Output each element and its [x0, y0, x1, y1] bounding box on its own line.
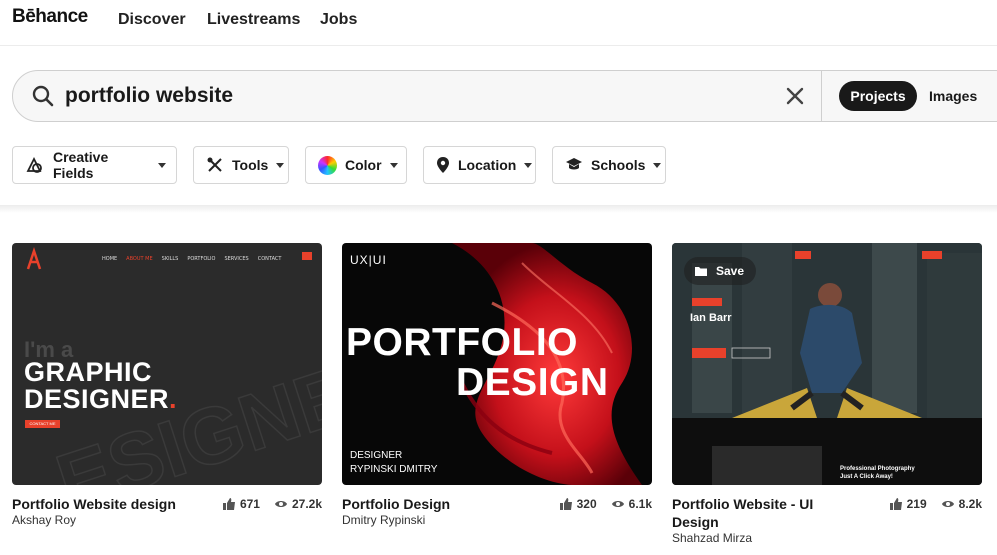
filter-label: Tools — [232, 157, 269, 173]
eye-icon — [274, 501, 287, 507]
behance-logo[interactable]: Bēhance — [12, 6, 88, 28]
project-card[interactable]: UX|UI PORTFOLIO DESIGN DESIGNER RYPINSKI… — [342, 243, 652, 527]
thumbnail-name: Ian Barr — [690, 312, 732, 324]
project-owner[interactable]: Akshay Roy — [12, 513, 76, 527]
project-card[interactable]: ESIGNE HOME ABOUT ME SKILLS PORTFOLIO SE… — [12, 243, 322, 527]
like-count: 219 — [906, 497, 927, 511]
project-thumbnail[interactable]: UX|UI PORTFOLIO DESIGN DESIGNER RYPINSKI… — [342, 243, 652, 485]
thumbs-up-icon — [559, 498, 572, 510]
thumbnail-headline: DESIGN — [456, 361, 609, 404]
project-thumbnail[interactable]: Save Ian Barr Professional Photography J… — [672, 243, 982, 485]
filter-label: Location — [458, 157, 517, 173]
project-stats: 219 8.2k — [889, 497, 982, 511]
project-stats: 671 27.2k — [222, 497, 322, 511]
clear-search-icon[interactable] — [785, 86, 805, 106]
thumbnail-promo: Professional Photography Just A Click Aw… — [840, 466, 915, 480]
project-stats: 320 6.1k — [559, 497, 652, 511]
chevron-down-icon — [653, 162, 662, 168]
save-button[interactable]: Save — [684, 257, 757, 285]
filter-location[interactable]: Location — [423, 146, 536, 184]
thumbnail-credit: DESIGNER RYPINSKI DMITRY — [350, 450, 438, 475]
project-card[interactable]: Save Ian Barr Professional Photography J… — [672, 243, 982, 545]
filter-schools[interactable]: Schools — [552, 146, 666, 184]
location-pin-icon — [436, 155, 450, 175]
nav-discover[interactable]: Discover — [118, 11, 186, 29]
view-count: 8.2k — [958, 497, 982, 511]
nav-livestreams[interactable]: Livestreams — [207, 11, 300, 29]
search-divider — [821, 71, 822, 121]
like-count: 320 — [576, 497, 597, 511]
project-title[interactable]: Portfolio Website design — [12, 495, 222, 513]
filter-label: Color — [345, 157, 382, 173]
nav-jobs[interactable]: Jobs — [320, 11, 357, 29]
color-wheel-icon — [318, 155, 337, 175]
view-count: 6.1k — [628, 497, 652, 511]
thumbnail-cta: CONTACT ME — [25, 420, 60, 428]
filter-color[interactable]: Color — [305, 146, 407, 184]
graduation-cap-icon — [565, 155, 583, 175]
like-count: 671 — [239, 497, 260, 511]
tools-icon — [206, 155, 224, 175]
eye-icon — [941, 501, 954, 507]
project-title[interactable]: Portfolio Website - UI Design — [672, 495, 852, 531]
thumbnail-headline: PORTFOLIO — [346, 321, 578, 364]
top-nav: Bēhance Discover Livestreams Jobs — [0, 0, 997, 46]
thumbs-up-icon — [889, 498, 902, 510]
tab-projects[interactable]: Projects — [839, 81, 917, 111]
filter-creative-fields[interactable]: Creative Fields — [12, 146, 177, 184]
thumbnail-nav: HOME ABOUT ME SKILLS PORTFOLIO SERVICES … — [102, 256, 282, 262]
section-divider — [0, 205, 997, 213]
chevron-down-icon — [389, 162, 398, 168]
filter-tools[interactable]: Tools — [193, 146, 289, 184]
search-input[interactable]: portfolio website — [65, 84, 233, 108]
folder-icon — [695, 267, 707, 276]
tab-images[interactable]: Images — [929, 81, 977, 111]
project-owner[interactable]: Shahzad Mirza — [672, 531, 752, 545]
creative-fields-icon — [25, 155, 45, 175]
search-icon — [32, 85, 54, 107]
view-count: 27.2k — [291, 497, 322, 511]
thumbnail-headline: GRAPHIC DESIGNER. — [24, 357, 178, 414]
filter-label: Schools — [591, 157, 646, 173]
search-bar[interactable]: portfolio website Projects Images — [12, 70, 997, 122]
project-thumbnail[interactable]: ESIGNE HOME ABOUT ME SKILLS PORTFOLIO SE… — [12, 243, 322, 485]
eye-icon — [611, 501, 624, 507]
chevron-down-icon — [276, 162, 285, 168]
chevron-down-icon — [158, 162, 166, 168]
project-owner[interactable]: Dmitry Rypinski — [342, 513, 425, 527]
filter-label: Creative Fields — [53, 149, 109, 181]
project-title[interactable]: Portfolio Design — [342, 495, 552, 513]
chevron-down-icon — [524, 162, 533, 168]
thumbs-up-icon — [222, 498, 235, 510]
thumbnail-tag: UX|UI — [350, 253, 387, 267]
